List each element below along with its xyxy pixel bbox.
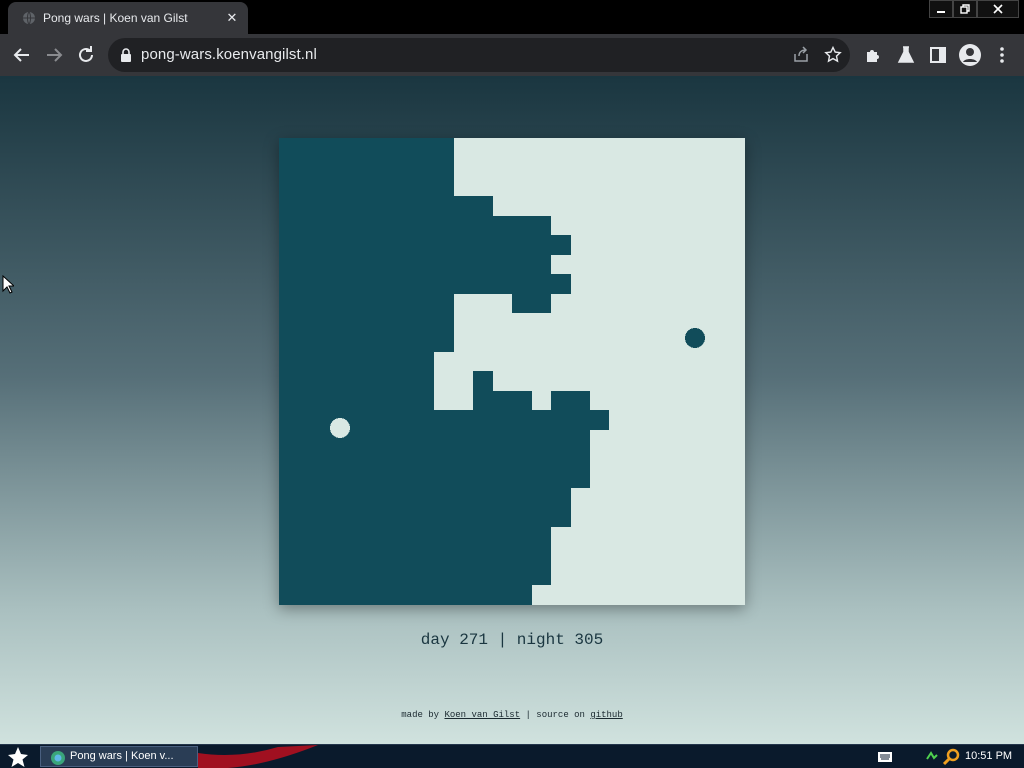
menu-icon[interactable] xyxy=(990,43,1014,67)
star-icon[interactable] xyxy=(824,46,842,64)
profile-icon[interactable] xyxy=(958,43,982,67)
window-close-button[interactable] xyxy=(977,0,1019,18)
url-text[interactable]: pong-wars.koenvangilst.nl xyxy=(141,46,317,63)
taskbar-decoration xyxy=(198,745,318,768)
made-by-text: made by xyxy=(401,710,445,720)
address-bar[interactable]: pong-wars.koenvangilst.nl xyxy=(108,38,850,72)
minimize-icon xyxy=(937,11,945,13)
restore-icon xyxy=(960,4,970,14)
forward-icon[interactable] xyxy=(42,43,66,67)
page-viewport: day 271 | night 305 made by Koen van Gil… xyxy=(0,76,1024,744)
game-canvas xyxy=(279,138,745,605)
night-ball xyxy=(685,328,705,348)
browser-tab[interactable]: Pong wars | Koen van Gilst ✕ xyxy=(8,2,248,34)
close-icon xyxy=(993,4,1003,14)
tab-close-icon[interactable]: ✕ xyxy=(224,10,240,26)
source-text: | source on xyxy=(520,710,591,720)
search-icon[interactable] xyxy=(942,748,960,766)
tab-title: Pong wars | Koen van Gilst xyxy=(43,11,188,25)
restore-button[interactable] xyxy=(953,0,977,18)
title-bar: Pong wars | Koen van Gilst ✕ xyxy=(0,0,1024,34)
author-link[interactable]: Koen van Gilst xyxy=(444,710,520,720)
labs-icon[interactable] xyxy=(894,43,918,67)
start-menu-icon[interactable] xyxy=(6,746,30,768)
footer: made by Koen van Gilst | source on githu… xyxy=(0,710,1024,720)
score-text: day 271 | night 305 xyxy=(420,631,604,649)
browser-icon xyxy=(51,751,65,765)
reload-icon[interactable] xyxy=(74,43,98,67)
share-icon[interactable] xyxy=(792,46,810,64)
network-icon[interactable] xyxy=(924,749,940,765)
keyboard-icon[interactable] xyxy=(878,752,892,762)
taskbar: Pong wars | Koen v... 10:51 PM xyxy=(0,744,1024,768)
side-panel-icon[interactable] xyxy=(926,43,950,67)
taskbar-item-label: Pong wars | Koen v... xyxy=(70,750,174,762)
taskbar-item-browser[interactable]: Pong wars | Koen v... xyxy=(40,746,198,767)
lock-icon[interactable] xyxy=(120,48,132,62)
day-ball xyxy=(330,418,350,438)
clock: 10:51 PM xyxy=(965,750,1013,762)
browser-toolbar: pong-wars.koenvangilst.nl xyxy=(0,34,1024,76)
minimize-button[interactable] xyxy=(929,0,953,18)
github-link[interactable]: github xyxy=(590,710,622,720)
extensions-icon[interactable] xyxy=(862,43,886,67)
back-icon[interactable] xyxy=(10,43,34,67)
globe-icon xyxy=(23,11,35,25)
mouse-cursor-icon xyxy=(2,275,14,294)
